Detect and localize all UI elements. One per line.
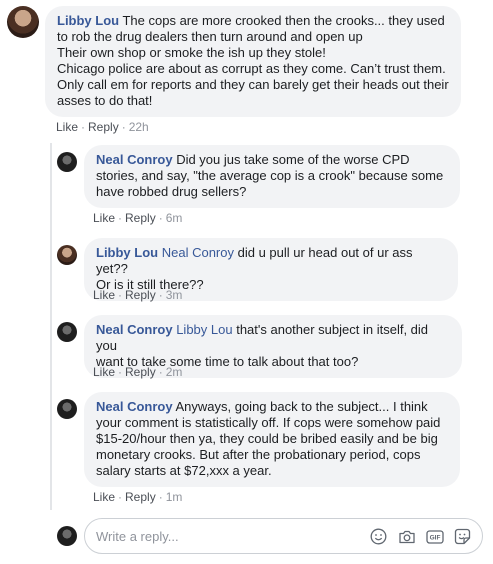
- like-button[interactable]: Like: [93, 490, 115, 504]
- camera-icon[interactable]: [397, 527, 416, 546]
- reply-button[interactable]: Reply: [125, 365, 156, 379]
- sticker-icon[interactable]: [453, 527, 472, 546]
- comment-actions: Like · Reply · 22h: [56, 120, 149, 134]
- reply-actions: Like · Reply · 2m: [93, 365, 183, 379]
- like-button[interactable]: Like: [93, 365, 115, 379]
- reply-timestamp[interactable]: 1m: [166, 490, 183, 504]
- reply-mention[interactable]: Neal Conroy: [162, 245, 234, 260]
- avatar-libby-lou[interactable]: [7, 6, 39, 38]
- avatar-libby-lou[interactable]: [57, 245, 77, 265]
- like-button[interactable]: Like: [93, 211, 115, 225]
- reply-author[interactable]: Libby Lou: [96, 245, 158, 260]
- thread-line: [50, 143, 52, 510]
- comment-author[interactable]: Libby Lou: [57, 13, 119, 28]
- comment-timestamp[interactable]: 22h: [129, 120, 149, 134]
- reply-actions: Like · Reply · 6m: [93, 211, 183, 225]
- reply-actions: Like · Reply · 3m: [93, 288, 183, 302]
- like-button[interactable]: Like: [56, 120, 78, 134]
- avatar-neal-conroy[interactable]: [57, 399, 77, 419]
- reply-author[interactable]: Neal Conroy: [96, 322, 173, 337]
- reply-button[interactable]: Reply: [125, 288, 156, 302]
- reply-actions: Like · Reply · 1m: [93, 490, 183, 504]
- reply-button[interactable]: Reply: [88, 120, 119, 134]
- reply-author[interactable]: Neal Conroy: [96, 152, 173, 167]
- avatar-current-user: [57, 526, 77, 546]
- avatar-neal-conroy[interactable]: [57, 152, 77, 172]
- avatar-neal-conroy[interactable]: [57, 322, 77, 342]
- reply-button[interactable]: Reply: [125, 490, 156, 504]
- reply-timestamp[interactable]: 2m: [166, 365, 183, 379]
- like-button[interactable]: Like: [93, 288, 115, 302]
- reply-bubble: Neal Conroy Did you jus take some of the…: [84, 145, 460, 208]
- reply-author[interactable]: Neal Conroy: [96, 399, 173, 414]
- emoji-icon[interactable]: [369, 527, 388, 546]
- reply-button[interactable]: Reply: [125, 211, 156, 225]
- reply-composer-icons: GIF: [369, 527, 472, 546]
- reply-bubble: Neal Conroy Anyways, going back to the s…: [84, 392, 460, 487]
- reply-timestamp[interactable]: 3m: [166, 288, 183, 302]
- reply-composer[interactable]: GIF: [84, 518, 483, 554]
- reply-input[interactable]: [96, 527, 346, 545]
- svg-text:GIF: GIF: [429, 534, 440, 541]
- comment-bubble: Libby Lou The cops are more crooked then…: [45, 6, 461, 117]
- reply-mention[interactable]: Libby Lou: [176, 322, 232, 337]
- reply-timestamp[interactable]: 6m: [166, 211, 183, 225]
- gif-icon[interactable]: GIF: [425, 527, 444, 546]
